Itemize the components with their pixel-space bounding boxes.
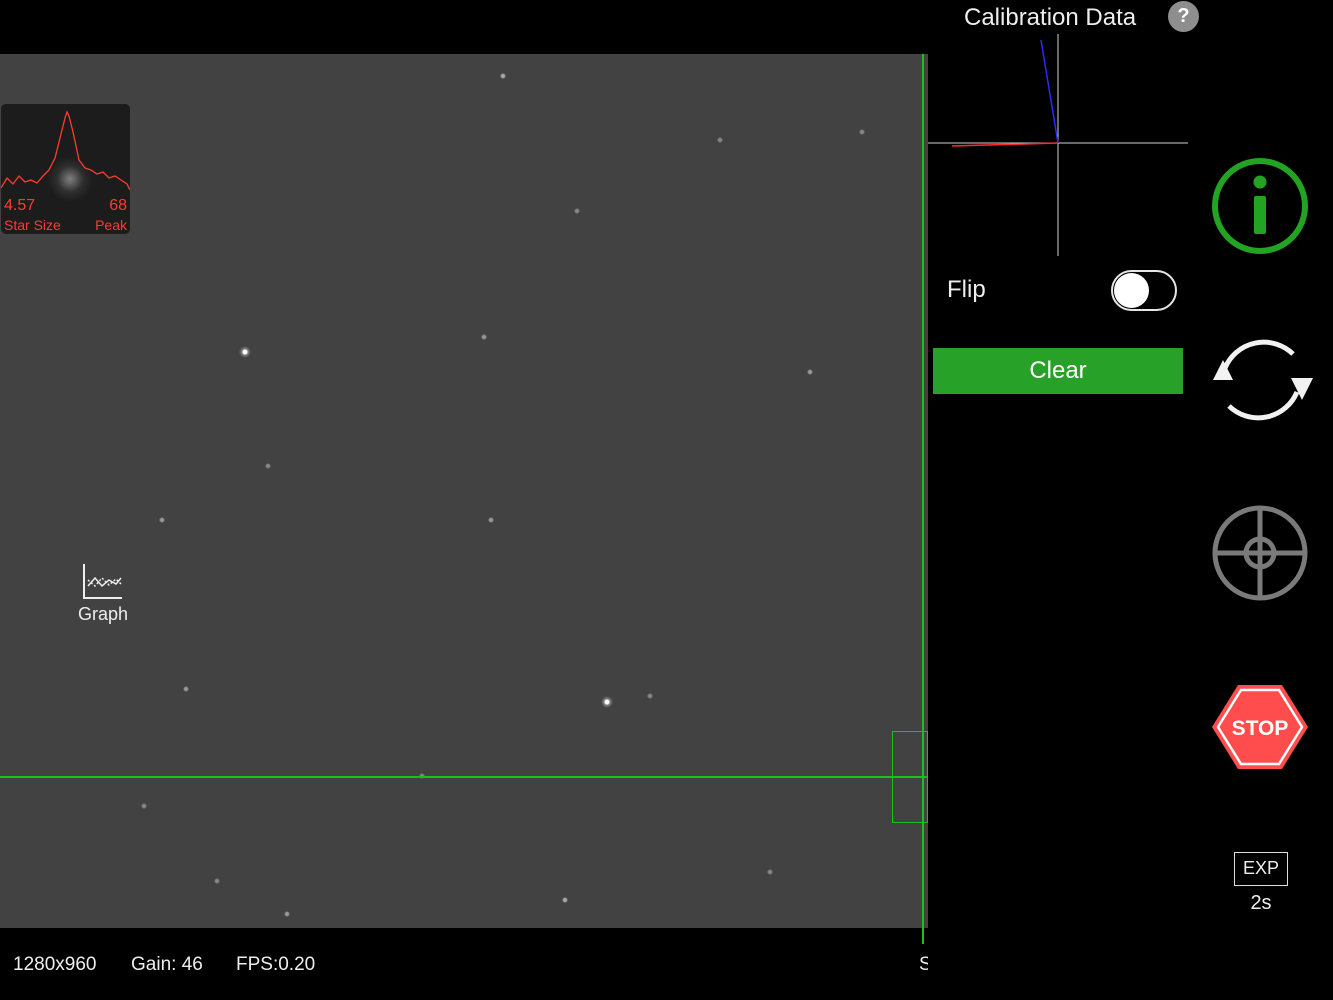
fps-text: FPS:0.20 <box>236 954 316 975</box>
target-button[interactable] <box>1210 503 1310 608</box>
gain-text: Gain: 46 <box>131 954 203 975</box>
info-button[interactable] <box>1210 156 1310 261</box>
calibration-plot <box>928 34 1188 256</box>
stop-label: STOP <box>1232 717 1289 740</box>
info-icon <box>1212 158 1308 254</box>
stop-button[interactable]: STOP <box>1210 683 1310 776</box>
clear-button[interactable]: Clear <box>933 348 1183 394</box>
star-profile-curve <box>1 110 130 191</box>
calibration-title: Calibration Data <box>964 4 1137 31</box>
graph-label: Graph <box>77 604 129 624</box>
star-size-value: 4.57 <box>4 197 36 214</box>
resolution-text: 1280x960 <box>13 954 97 975</box>
exposure-value: 2s <box>1250 892 1272 914</box>
peak-value: 68 <box>109 197 127 214</box>
exposure-button[interactable]: EXP <box>1234 852 1288 886</box>
graph-icon <box>83 564 122 599</box>
clipped-status-text: S <box>919 954 928 975</box>
graph-button[interactable]: Graph <box>72 562 134 634</box>
guide-star-box <box>892 731 928 823</box>
star-profile-panel: 4.57 68 Star Size Peak <box>1 104 130 234</box>
help-button[interactable]: ? <box>1168 1 1199 32</box>
crosshair-icon <box>1212 505 1308 601</box>
dec-calibration-vector <box>1040 39 1059 144</box>
star-size-label: Star Size <box>4 217 61 233</box>
status-bar: 1280x960 Gain: 46 FPS:0.20 S <box>0 944 928 984</box>
guide-horizontal-line <box>0 776 928 778</box>
refresh-icon <box>1213 339 1313 421</box>
camera-view[interactable] <box>0 54 928 928</box>
stop-sign-icon: STOP <box>1212 685 1308 769</box>
peak-label: Peak <box>95 217 127 233</box>
loop-button[interactable] <box>1205 330 1317 435</box>
flip-toggle[interactable] <box>1111 270 1177 311</box>
flip-toggle-knob <box>1114 273 1149 308</box>
flip-label: Flip <box>947 276 986 303</box>
